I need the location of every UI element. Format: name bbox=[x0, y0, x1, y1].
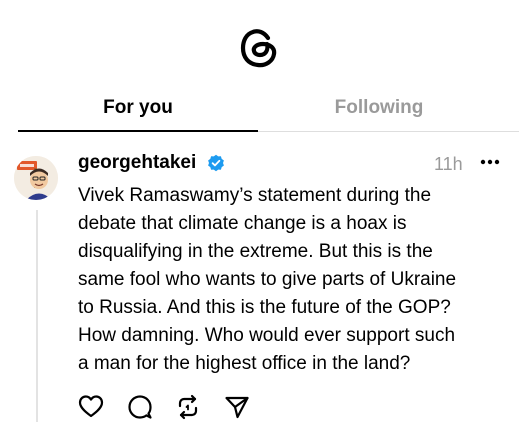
feed-tabs: For you Following bbox=[18, 94, 519, 134]
heart-icon[interactable] bbox=[78, 394, 104, 420]
thread-line bbox=[36, 210, 38, 422]
repost-icon[interactable] bbox=[175, 394, 201, 420]
post-timestamp: 11h bbox=[434, 154, 463, 174]
threads-logo-icon[interactable] bbox=[238, 24, 280, 70]
active-tab-indicator bbox=[18, 130, 258, 132]
avatar[interactable] bbox=[14, 156, 58, 200]
verified-badge-icon bbox=[207, 154, 225, 172]
share-icon[interactable] bbox=[224, 394, 250, 420]
post-body-text: Vivek Ramaswamy’s statement during the d… bbox=[78, 185, 457, 374]
tab-for-you[interactable]: For you bbox=[18, 94, 258, 130]
comment-icon[interactable] bbox=[127, 394, 153, 420]
post-username[interactable]: georgehtakei bbox=[78, 150, 196, 176]
tab-following[interactable]: Following bbox=[258, 94, 500, 130]
more-options-icon[interactable] bbox=[480, 158, 500, 166]
